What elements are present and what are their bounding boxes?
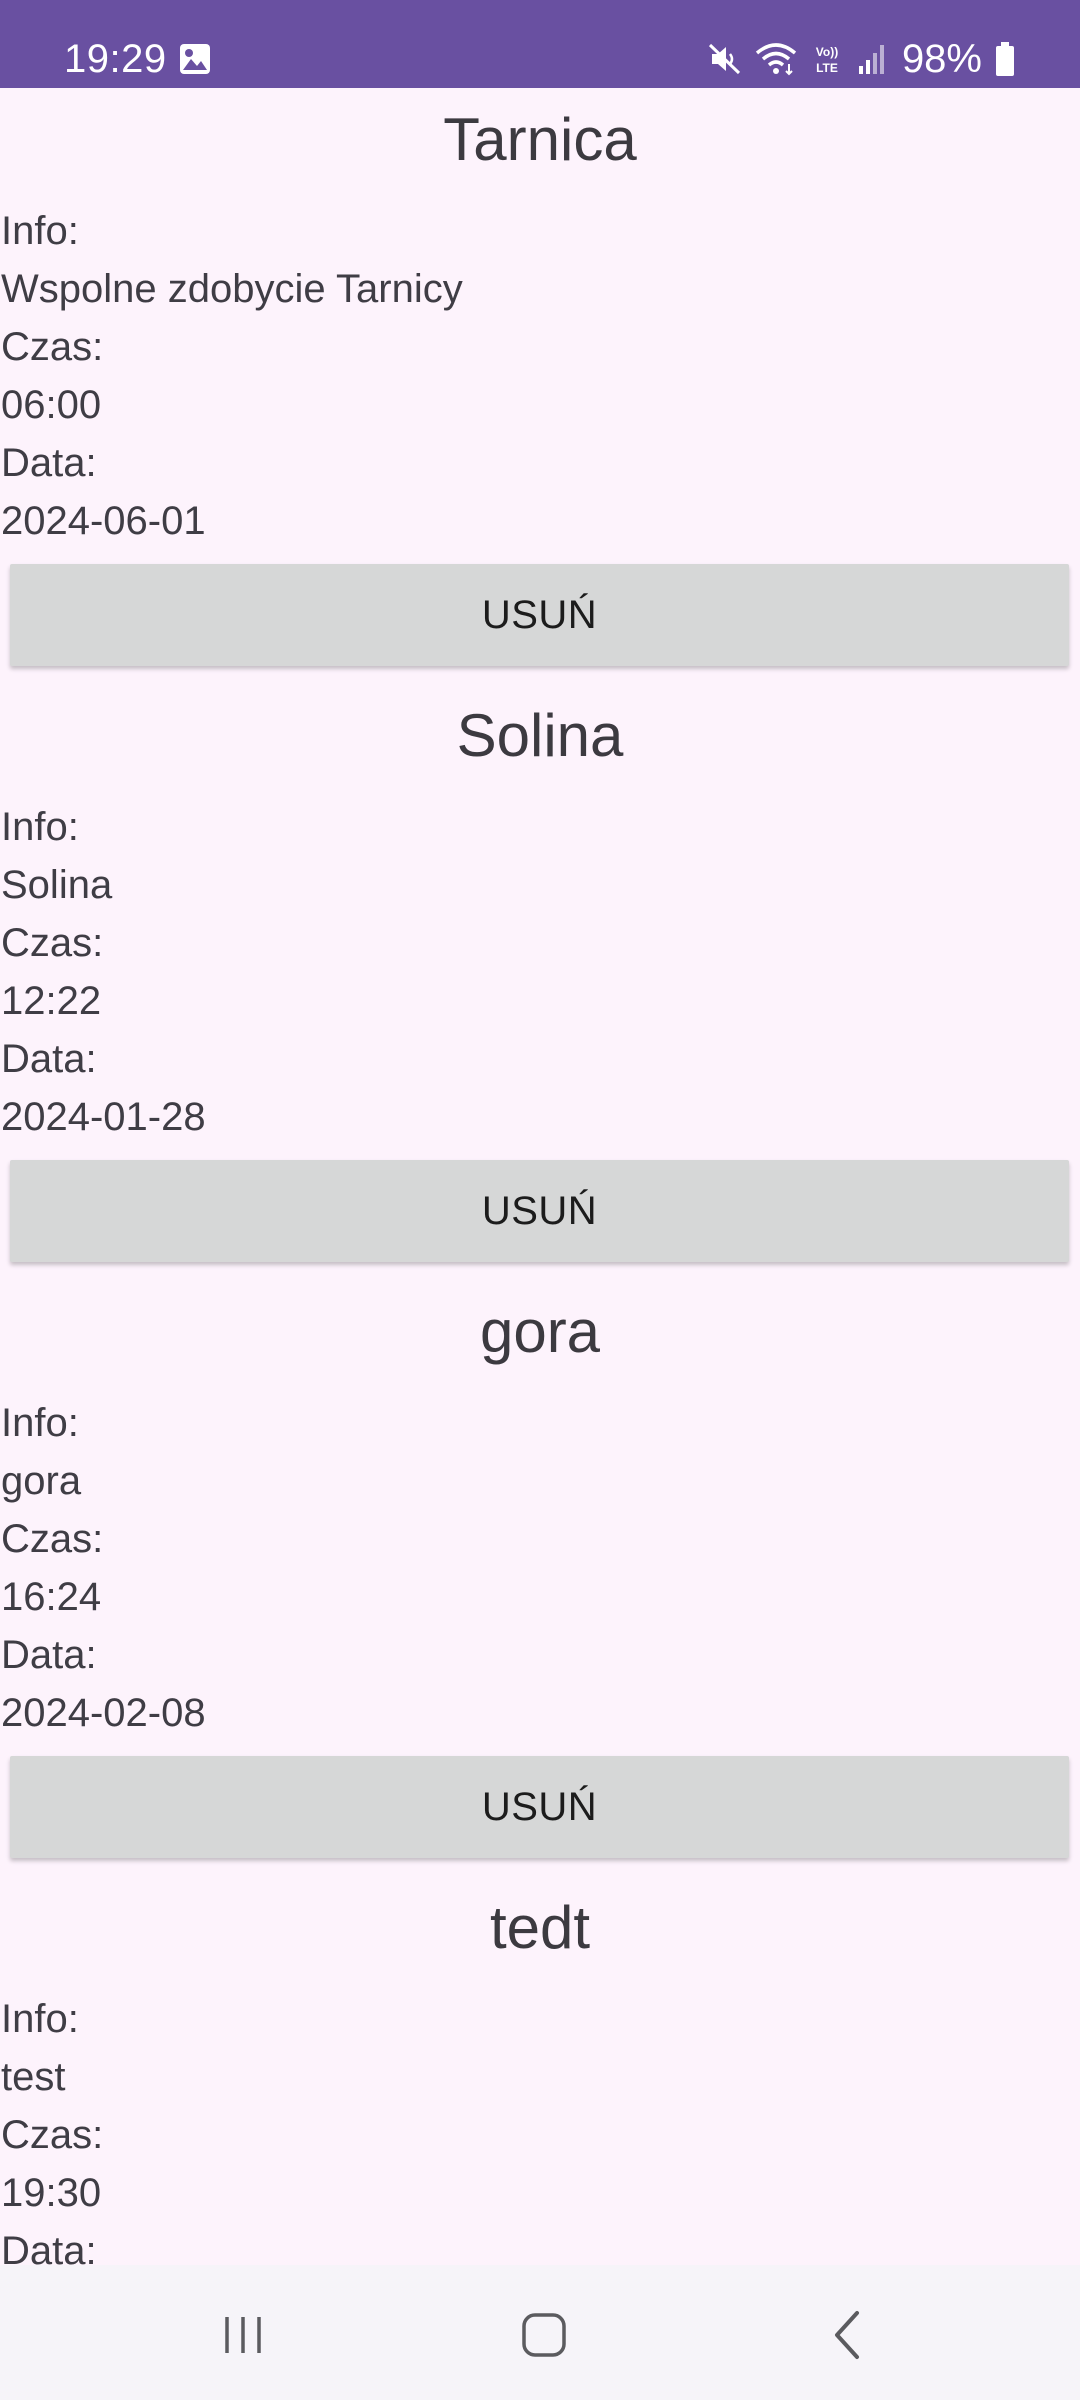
event-list[interactable]: Tarnica Info: Wspolne zdobycie Tarnicy C… — [0, 88, 1080, 2265]
delete-button[interactable]: USUŃ — [10, 1160, 1069, 1262]
event-title: tedt — [489, 1894, 591, 1961]
info-label: Info: — [1, 805, 79, 849]
svg-text:LTE: LTE — [816, 61, 838, 75]
status-bar: 19:29 Vo)) LTE 98% — [0, 0, 1080, 88]
battery-percent: 98% — [901, 37, 982, 81]
date-value: 2024-02-08 — [1, 1691, 206, 1735]
event-card: tedt Info: test Czas: 19:30 Data: — [0, 1876, 1080, 2265]
time-label: Czas: — [1, 1517, 104, 1561]
info-label: Info: — [1, 209, 79, 253]
image-icon — [180, 44, 210, 74]
time-label: Czas: — [1, 325, 104, 369]
event-title: Solina — [456, 702, 624, 769]
date-value: 2024-06-01 — [1, 499, 206, 543]
date-label: Data: — [1, 2229, 97, 2265]
status-time: 19:29 — [64, 37, 167, 81]
info-label: Info: — [1, 1401, 79, 1445]
date-label: Data: — [1, 1037, 97, 1081]
home-icon — [522, 2313, 566, 2357]
recents-button[interactable] — [183, 2295, 303, 2375]
signal-icon — [858, 45, 884, 74]
time-value: 12:22 — [1, 979, 102, 1023]
event-title: Tarnica — [443, 106, 637, 173]
mute-icon — [708, 43, 740, 75]
info-value: test — [1, 2055, 66, 2099]
event-card: Tarnica Info: Wspolne zdobycie Tarnicy C… — [0, 88, 1080, 684]
volte-icon: Vo)) LTE — [816, 45, 838, 75]
info-value: Solina — [1, 863, 113, 907]
status-icons: Vo)) LTE 98% — [708, 34, 1016, 84]
wifi-icon — [755, 43, 797, 76]
time-label: Czas: — [1, 921, 104, 965]
delete-button[interactable]: USUŃ — [10, 1756, 1069, 1858]
back-button[interactable] — [787, 2295, 907, 2375]
date-value: 2024-01-28 — [1, 1095, 206, 1139]
info-label: Info: — [1, 1997, 79, 2041]
event-card: Solina Info: Solina Czas: 12:22 Data: 20… — [0, 684, 1080, 1280]
time-value: 06:00 — [1, 383, 102, 427]
info-value: Wspolne zdobycie Tarnicy — [1, 267, 463, 311]
battery-icon — [996, 42, 1014, 76]
date-label: Data: — [1, 441, 97, 485]
time-value: 19:30 — [1, 2171, 102, 2215]
back-icon — [835, 2311, 859, 2359]
event-card: gora Info: gora Czas: 16:24 Data: 2024-0… — [0, 1280, 1080, 1876]
event-title: gora — [479, 1298, 601, 1365]
svg-text:Vo)): Vo)) — [816, 45, 838, 59]
navigation-bar — [0, 2265, 1080, 2400]
time-label: Czas: — [1, 2113, 104, 2157]
delete-button[interactable]: USUŃ — [10, 564, 1069, 666]
info-value: gora — [1, 1459, 82, 1503]
home-button[interactable] — [484, 2295, 604, 2375]
time-value: 16:24 — [1, 1575, 102, 1619]
date-label: Data: — [1, 1633, 97, 1677]
recents-icon — [225, 2317, 261, 2353]
